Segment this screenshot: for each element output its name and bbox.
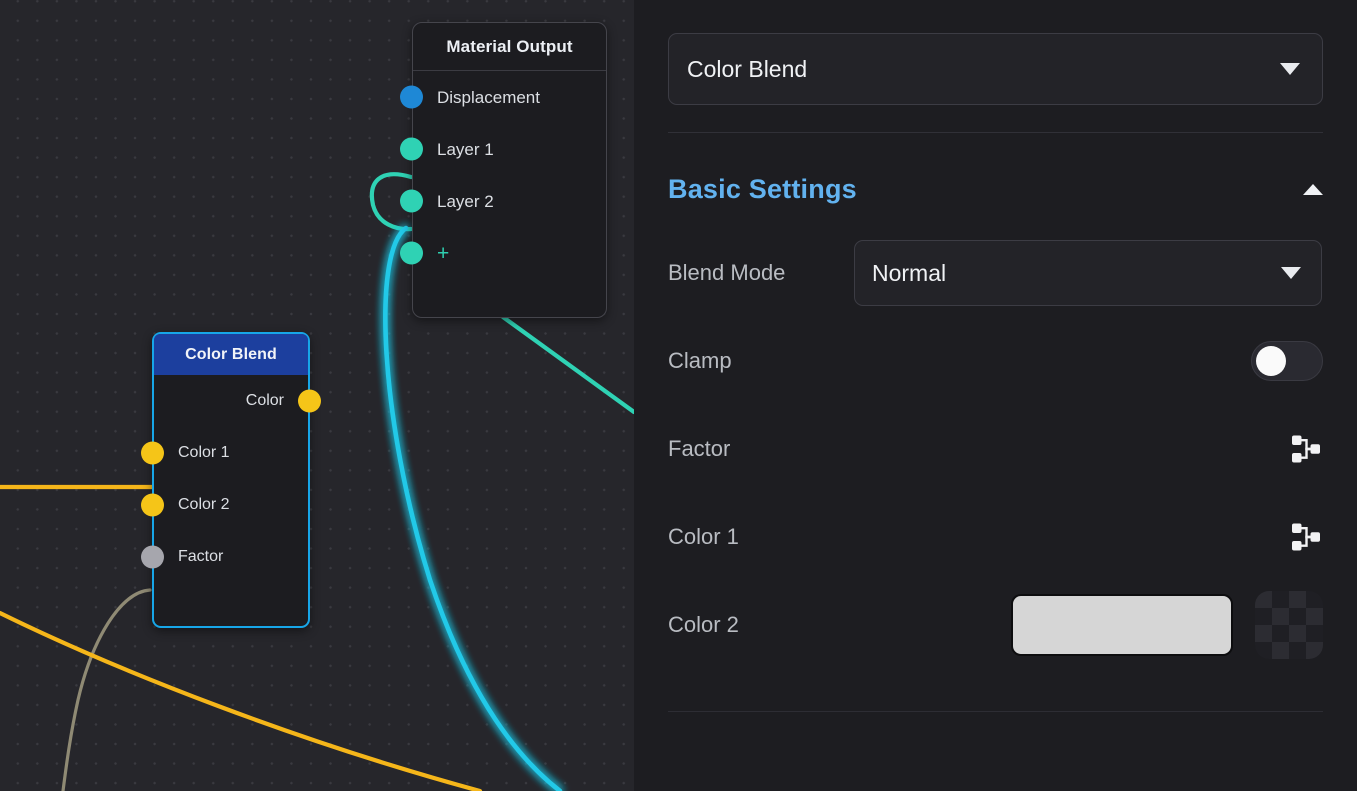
property-label: Color 1 [668, 524, 739, 549]
property-label: Blend Mode [668, 260, 786, 285]
socket-color-output[interactable] [298, 389, 321, 413]
color-2-swatch[interactable] [1011, 594, 1233, 656]
clamp-toggle[interactable] [1251, 341, 1323, 381]
wire-output-diagonal [500, 314, 634, 415]
port-label: Layer 1 [437, 139, 494, 159]
port-label: Displacement [437, 87, 540, 107]
app-root: Material Output Displacement Layer 1 Lay… [0, 0, 1357, 791]
port-label: Color 1 [178, 444, 230, 461]
node-body: Displacement Layer 1 Layer 2 + [400, 71, 606, 279]
section-header-basic-settings[interactable]: Basic Settings [668, 174, 1323, 205]
property-row-factor: Factor [668, 405, 1323, 493]
toggle-knob [1256, 346, 1286, 376]
socket-color-2[interactable] [141, 493, 164, 517]
property-control [854, 341, 1323, 381]
chevron-up-icon[interactable] [1303, 184, 1323, 195]
property-row-blend-mode: Blend Mode Normal [668, 229, 1323, 317]
blend-mode-value: Normal [872, 259, 947, 286]
node-title: Material Output [413, 23, 606, 71]
property-control [854, 520, 1323, 554]
socket-layer-2[interactable] [400, 189, 423, 213]
property-label: Factor [668, 436, 731, 461]
port-row-layer-1[interactable]: Layer 1 [400, 123, 606, 175]
section-title: Basic Settings [668, 174, 857, 204]
port-row-color-1[interactable]: Color 1 [141, 427, 308, 479]
property-row-color-1: Color 1 [668, 493, 1323, 581]
port-row-displacement[interactable]: Displacement [400, 71, 606, 123]
port-row-factor[interactable]: Factor [141, 531, 308, 583]
node-color-blend[interactable]: Color Blend Color Color 1 Color 2 Factor [141, 332, 321, 628]
port-row-layer-2[interactable]: Layer 2 [400, 175, 606, 227]
color-2-alpha-checker[interactable] [1255, 591, 1323, 659]
node-type-selector[interactable]: Color Blend [668, 33, 1323, 105]
panel-bottom-divider [668, 711, 1323, 712]
node-link-icon[interactable] [1289, 520, 1323, 554]
property-control: Normal [854, 240, 1323, 306]
node-material-output[interactable]: Material Output Displacement Layer 1 Lay… [400, 22, 607, 318]
property-row-color-2: Color 2 [668, 581, 1323, 669]
panel-divider [668, 132, 1323, 133]
port-row-color-2[interactable]: Color 2 [141, 479, 308, 531]
port-label: Color [245, 392, 284, 409]
property-label: Clamp [668, 348, 732, 373]
port-label: Layer 2 [437, 191, 494, 211]
socket-displacement[interactable] [400, 85, 423, 109]
node-type-value: Color Blend [687, 55, 808, 82]
port-label: Color 2 [178, 496, 230, 513]
add-layer-icon[interactable]: + [437, 243, 449, 264]
wire-factor-input [61, 588, 152, 791]
property-label: Color 2 [668, 612, 739, 637]
wire-amber-sweep [0, 610, 483, 791]
port-label: Factor [178, 548, 224, 565]
socket-add-layer[interactable] [400, 241, 423, 265]
chevron-down-icon[interactable] [1280, 63, 1300, 75]
property-control [854, 432, 1323, 466]
node-link-icon[interactable] [1289, 432, 1323, 466]
port-row-color-output[interactable]: Color [154, 375, 321, 427]
socket-color-1[interactable] [141, 441, 164, 465]
node-graph-canvas[interactable]: Material Output Displacement Layer 1 Lay… [0, 0, 634, 791]
chevron-down-icon[interactable] [1281, 267, 1301, 279]
node-title: Color Blend [154, 334, 308, 375]
socket-factor[interactable] [141, 545, 164, 569]
port-row-add-layer[interactable]: + [400, 227, 606, 279]
property-control [854, 591, 1323, 659]
socket-layer-1[interactable] [400, 137, 423, 161]
node-body: Color Color 1 Color 2 Factor [141, 375, 321, 583]
properties-panel: Color Blend Basic Settings Blend Mode No… [634, 0, 1357, 791]
blend-mode-select[interactable]: Normal [854, 240, 1322, 306]
property-row-clamp: Clamp [668, 317, 1323, 405]
property-list: Blend Mode Normal Clamp Factor Color 1 C… [668, 229, 1323, 669]
